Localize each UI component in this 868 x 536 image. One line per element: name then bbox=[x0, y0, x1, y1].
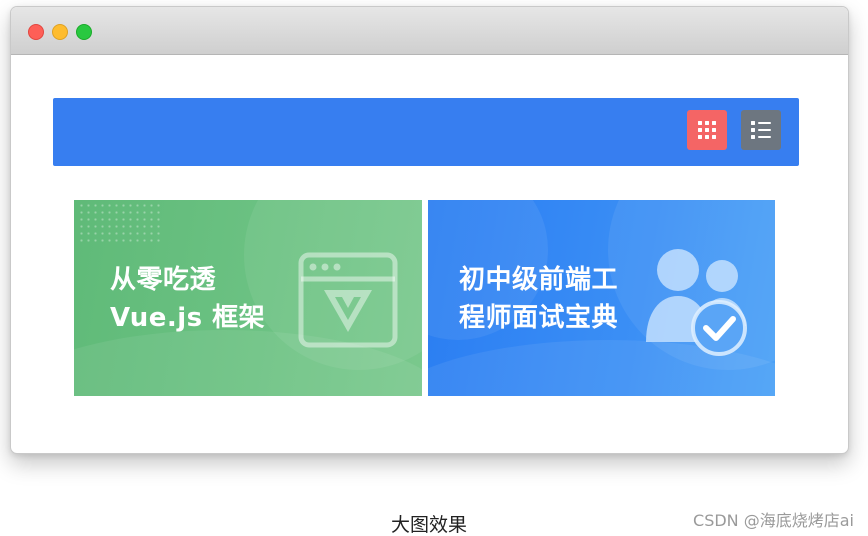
watermark: CSDN @海底烧烤店ai bbox=[693, 511, 854, 530]
list-view-button[interactable] bbox=[741, 110, 781, 150]
close-button[interactable] bbox=[28, 24, 44, 40]
grid-view-button[interactable] bbox=[687, 110, 727, 150]
card-title-line: 从零吃透 bbox=[110, 265, 217, 295]
view-toolbar bbox=[53, 98, 799, 166]
vue-window-icon bbox=[298, 252, 398, 348]
card-title-line: 程师面试宝典 bbox=[459, 303, 619, 333]
minimize-button[interactable] bbox=[52, 24, 68, 40]
course-card-vue[interactable]: 从零吃透 Vue.js 框架 bbox=[74, 200, 422, 396]
list-icon bbox=[751, 121, 771, 139]
card-title-line: Vue.js 框架 bbox=[110, 303, 266, 333]
title-bar bbox=[11, 7, 848, 55]
card-title: 从零吃透 Vue.js 框架 bbox=[110, 261, 265, 337]
course-card-frontend[interactable]: 初中级前端工 程师面试宝典 bbox=[428, 200, 775, 396]
browser-window: 从零吃透 Vue.js 框架 初中级前端工 程师面试宝典 bbox=[10, 6, 849, 454]
users-check-icon bbox=[646, 249, 747, 356]
card-title: 初中级前端工 程师面试宝典 bbox=[459, 261, 618, 337]
dot-pattern bbox=[78, 202, 160, 244]
zoom-button[interactable] bbox=[76, 24, 92, 40]
grid-icon bbox=[698, 121, 716, 139]
card-title-line: 初中级前端工 bbox=[459, 265, 619, 295]
screenshot: 从零吃透 Vue.js 框架 初中级前端工 程师面试宝典 大图效果 CSDN @… bbox=[0, 0, 868, 536]
